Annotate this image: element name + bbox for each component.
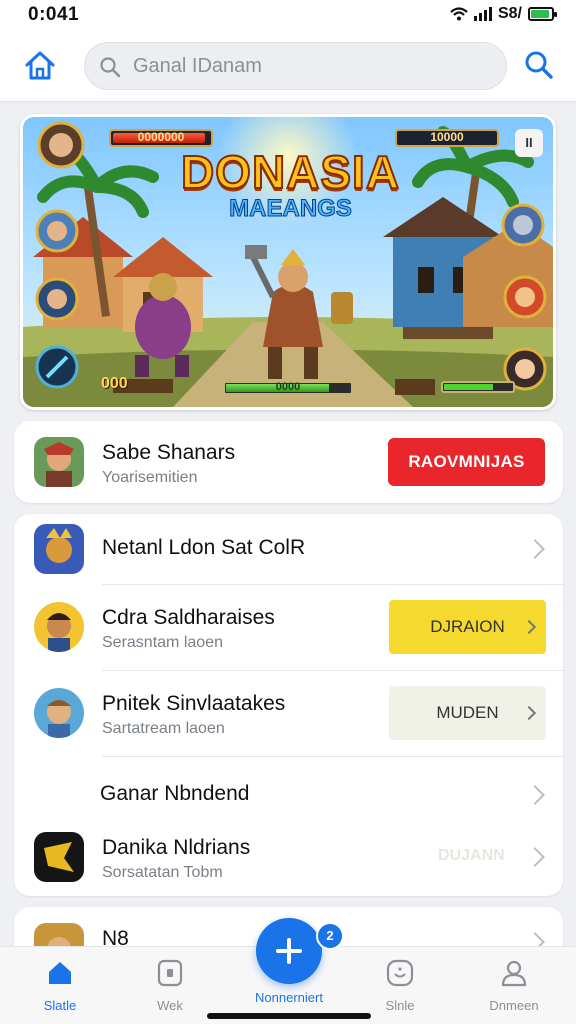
home-button[interactable]	[22, 48, 58, 84]
search-icon	[100, 57, 121, 78]
status-icons: S8/	[450, 5, 557, 23]
square-icon	[157, 959, 183, 987]
home-indicator[interactable]	[207, 1013, 371, 1019]
score-label: 000	[101, 375, 128, 392]
search-button[interactable]	[522, 48, 556, 82]
game-icon	[34, 832, 84, 882]
tab-label: Slatle	[43, 998, 77, 1013]
tab-profile[interactable]: Dnmeen	[474, 959, 554, 1013]
featured-card[interactable]: Sabe Shanars Yoarisemitien RAOVMNIJAS	[14, 421, 563, 503]
wifi-icon	[450, 7, 468, 21]
chevron-right-icon	[525, 785, 545, 805]
button-label: MUDEN	[436, 703, 499, 722]
hud-right-value: 10000	[430, 130, 464, 144]
tab-label: Slnle	[385, 998, 415, 1013]
tab-second[interactable]: Wek	[130, 959, 210, 1013]
hud-bar-left: 0000000	[109, 129, 213, 147]
game-subtitle: MAEANGS	[229, 195, 353, 223]
tab-fourth[interactable]: Slnle	[360, 959, 440, 1013]
avatar	[34, 688, 84, 738]
featured-subtitle: Yoarisemitien	[102, 469, 198, 486]
button-label: DJRAION	[430, 617, 505, 636]
list-item-title: Ganar Nbndend	[100, 782, 250, 805]
list-item-title: Netanl Ldon Sat ColR	[102, 536, 306, 559]
list-item-subtitle: Sorsatatan Tobm	[102, 864, 223, 881]
game-list: Netanl Ldon Sat ColR Cdra Saldharaises S…	[14, 514, 563, 896]
list-item-action-button[interactable]: DUJANN	[438, 847, 505, 865]
person-icon	[501, 960, 527, 987]
search-bar[interactable]: Ganal IDanam	[84, 42, 507, 90]
game-banner[interactable]: DONASIA MAEANGS 0000000 10000 II 000 000…	[20, 114, 556, 410]
app-icon	[34, 832, 84, 882]
list-item-title: Cdra Saldharaises	[102, 606, 275, 629]
carrier-label: S8/	[497, 5, 522, 22]
list-item[interactable]: Cdra Saldharaises Serasntam laoen DJRAIO…	[14, 584, 563, 670]
game-title: DONASIA	[180, 145, 401, 199]
home-icon	[25, 51, 55, 80]
add-button[interactable]	[256, 918, 322, 984]
home-icon	[49, 962, 71, 984]
hp-bar: 0000	[223, 381, 353, 395]
featured-title: Sabe Shanars	[102, 441, 236, 464]
person-avatar-icon	[34, 688, 84, 738]
person-avatar-icon	[34, 602, 84, 652]
hud-bar-right: 10000	[395, 129, 499, 147]
list-item-subtitle: Serasntam laoen	[102, 634, 223, 651]
list-item[interactable]: Pnitek Sinvlaatakes Sartatream laoen MUD…	[14, 670, 563, 756]
chevron-right-icon	[525, 847, 545, 867]
list-item-title: Pnitek Sinvlaatakes	[102, 692, 286, 715]
chevron-right-icon	[525, 539, 545, 559]
list-item-subtitle: Sartatream laoen	[102, 720, 225, 737]
tab-home[interactable]: Slatle	[20, 959, 100, 1013]
tab-label: Wek	[157, 998, 183, 1013]
header: Ganal IDanam	[0, 30, 576, 102]
list-item[interactable]: Danika Nldrians Sorsatatan Tobm DUJANN	[14, 822, 563, 896]
status-bar: 0:041 S8/	[0, 0, 576, 30]
hp-label: 0000	[275, 381, 301, 393]
search-placeholder: Ganal IDanam	[133, 55, 262, 77]
list-item-title: Danika Nldrians	[102, 836, 251, 859]
status-time: 0:041	[28, 4, 80, 25]
signal-icon	[473, 7, 492, 21]
avatar	[34, 602, 84, 652]
notification-badge: 2	[316, 922, 344, 950]
list-item[interactable]: Netanl Ldon Sat ColR	[14, 514, 563, 584]
tab-label: Nonnerniert	[255, 990, 323, 1005]
enemy-hp-bar	[441, 381, 515, 393]
smile-icon	[386, 959, 414, 987]
list-item[interactable]: Ganar Nbndend	[14, 756, 563, 822]
app-icon	[34, 524, 84, 574]
featured-action-button[interactable]: RAOVMNIJAS	[388, 438, 545, 486]
character-icon	[34, 524, 84, 574]
pause-button[interactable]: II	[515, 129, 543, 157]
app-icon	[34, 437, 84, 487]
warrior-icon	[34, 437, 84, 487]
hud-left-value: 0000000	[137, 130, 185, 144]
battery-icon	[528, 7, 557, 21]
search-icon	[525, 51, 553, 79]
tab-label: Dnmeen	[489, 998, 539, 1013]
